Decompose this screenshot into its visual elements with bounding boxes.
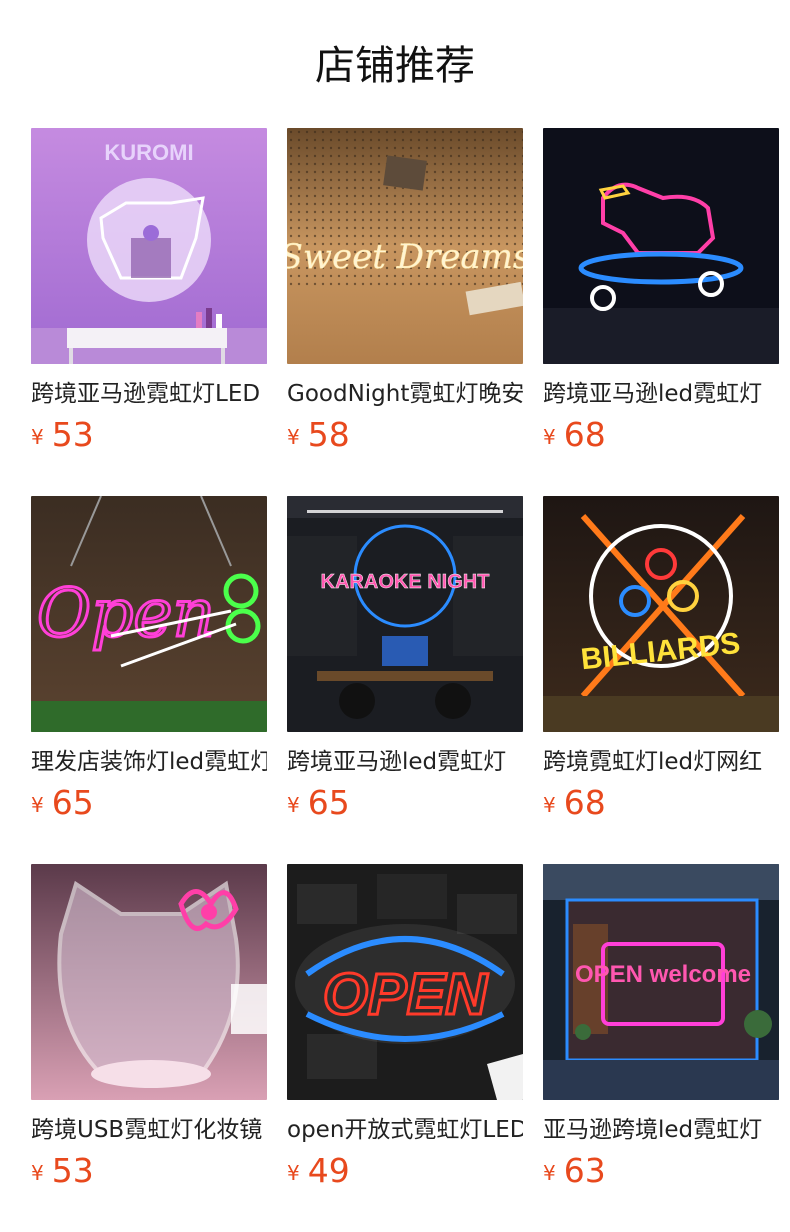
sweet-dreams-neon-icon[interactable]: Sweet Dreams — [287, 128, 523, 364]
hello-kitty-mirror-neon-icon[interactable] — [31, 864, 267, 1100]
product-name[interactable]: 跨境霓虹灯led灯网红 — [543, 747, 779, 777]
product-name[interactable]: GoodNight霓虹灯晚安 — [287, 379, 523, 409]
price-value: 68 — [563, 415, 606, 454]
product-name[interactable]: 跨境USB霓虹灯化妆镜 — [31, 1115, 267, 1145]
karaoke-night-neon-icon[interactable]: KARAOKE NIGHT — [287, 496, 523, 732]
product-card[interactable]: 跨境亚马逊led霓虹灯 ¥68 — [543, 128, 779, 496]
kuromi-mirror-neon-icon[interactable]: KUROMI — [31, 128, 267, 364]
price-value: 65 — [307, 783, 350, 822]
sweet-dreams-text: Sweet Dreams — [287, 237, 523, 277]
currency-symbol: ¥ — [31, 425, 44, 449]
product-card[interactable]: 跨境USB霓虹灯化妆镜 ¥53 — [31, 864, 267, 1232]
product-price: ¥68 — [543, 415, 779, 461]
page-title: 店铺推荐 — [315, 43, 475, 89]
product-card[interactable]: BILLIARDS 跨境霓虹灯led灯网红 ¥68 — [543, 496, 779, 864]
product-price: ¥63 — [543, 1151, 779, 1197]
product-card[interactable]: Sweet Dreams GoodNight霓虹灯晚安 ¥58 — [287, 128, 523, 496]
product-card[interactable]: KUROMI 跨境亚马逊霓虹灯LED ¥53 — [31, 128, 267, 496]
product-price: ¥58 — [287, 415, 523, 461]
product-name[interactable]: 亚马逊跨境led霓虹灯 — [543, 1115, 779, 1145]
product-grid: KUROMI 跨境亚马逊霓虹灯LED ¥53 Sweet Dreams Good… — [31, 128, 779, 1232]
product-name[interactable]: open开放式霓虹灯LED — [287, 1115, 523, 1145]
open-scissors-neon-icon[interactable]: Open — [31, 496, 267, 732]
currency-symbol: ¥ — [287, 793, 300, 817]
currency-symbol: ¥ — [31, 793, 44, 817]
price-value: 53 — [51, 1151, 94, 1190]
open-sign-text: OPEN — [323, 962, 488, 1027]
price-value: 68 — [563, 783, 606, 822]
product-name[interactable]: 跨境亚马逊霓虹灯LED — [31, 379, 267, 409]
price-value: 49 — [307, 1151, 350, 1190]
currency-symbol: ¥ — [543, 1161, 556, 1185]
open-sign-neon-icon[interactable]: OPEN — [287, 864, 523, 1100]
price-value: 58 — [307, 415, 350, 454]
product-card[interactable]: OPEN open开放式霓虹灯LED ¥49 — [287, 864, 523, 1232]
karaoke-text: KARAOKE NIGHT — [321, 571, 490, 593]
product-card[interactable]: Open 理发店装饰灯led霓虹灯 ¥65 — [31, 496, 267, 864]
product-price: ¥65 — [31, 783, 267, 829]
product-price: ¥49 — [287, 1151, 523, 1197]
currency-symbol: ¥ — [543, 793, 556, 817]
product-card[interactable]: KARAOKE NIGHT 跨境亚马逊led霓虹灯 ¥65 — [287, 496, 523, 864]
price-value: 65 — [51, 783, 94, 822]
product-price: ¥53 — [31, 1151, 267, 1197]
kuromi-text: KUROMI — [104, 140, 193, 165]
product-name[interactable]: 跨境亚马逊led霓虹灯 — [543, 379, 779, 409]
product-card[interactable]: OPEN welcome 亚马逊跨境led霓虹灯 ¥63 — [543, 864, 779, 1232]
price-value: 53 — [51, 415, 94, 454]
currency-symbol: ¥ — [287, 425, 300, 449]
price-value: 63 — [563, 1151, 606, 1190]
skateboard-dog-neon-icon[interactable] — [543, 128, 779, 364]
product-price: ¥53 — [31, 415, 267, 461]
product-name[interactable]: 理发店装饰灯led霓虹灯 — [31, 747, 267, 777]
product-name[interactable]: 跨境亚马逊led霓虹灯 — [287, 747, 523, 777]
open-welcome-text: OPEN welcome — [575, 961, 751, 988]
billiards-neon-icon[interactable]: BILLIARDS — [543, 496, 779, 732]
product-price: ¥68 — [543, 783, 779, 829]
currency-symbol: ¥ — [31, 1161, 44, 1185]
product-price: ¥65 — [287, 783, 523, 829]
open-welcome-neon-icon[interactable]: OPEN welcome — [543, 864, 779, 1100]
currency-symbol: ¥ — [287, 1161, 300, 1185]
currency-symbol: ¥ — [543, 425, 556, 449]
